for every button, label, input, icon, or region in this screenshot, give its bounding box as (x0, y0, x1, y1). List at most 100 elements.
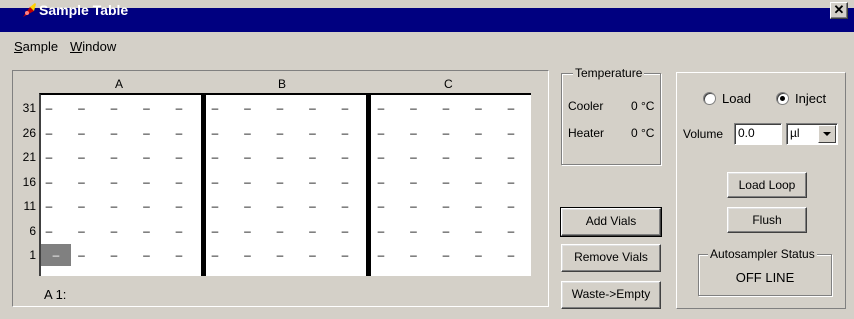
vial-cell[interactable]: – (337, 146, 353, 168)
waste-empty-button[interactable]: Waste->Empty (561, 281, 661, 309)
vial-cell[interactable]: – (74, 122, 90, 144)
vial-cell[interactable]: – (272, 195, 288, 217)
menu-sample[interactable]: Sample (14, 39, 58, 54)
vial-cell[interactable]: – (41, 171, 57, 193)
vial-cell[interactable]: – (74, 244, 90, 266)
vial-cell[interactable]: – (373, 97, 389, 119)
vial-cell[interactable]: – (272, 122, 288, 144)
load-loop-button[interactable]: Load Loop (727, 172, 807, 198)
add-vials-button[interactable]: Add Vials (560, 207, 662, 237)
vial-cell[interactable]: – (406, 97, 422, 119)
vial-cell[interactable]: – (373, 146, 389, 168)
vial-cell[interactable]: – (171, 195, 187, 217)
vial-cell[interactable]: – (240, 122, 256, 144)
vial-cell[interactable]: – (106, 146, 122, 168)
load-radio-label[interactable]: Load (722, 91, 751, 106)
vial-cell[interactable]: – (471, 146, 487, 168)
vial-cell[interactable]: – (272, 97, 288, 119)
vial-cell[interactable]: – (272, 146, 288, 168)
vial-cell[interactable]: – (503, 122, 519, 144)
menu-window[interactable]: Window (70, 39, 116, 54)
vial-cell[interactable]: – (207, 244, 223, 266)
vial-cell[interactable]: – (207, 146, 223, 168)
vial-cell[interactable]: – (171, 122, 187, 144)
vial-cell[interactable]: – (337, 171, 353, 193)
vial-cell[interactable]: – (41, 97, 57, 119)
flush-button[interactable]: Flush (727, 207, 807, 233)
vial-cell[interactable]: – (503, 146, 519, 168)
vial-cell[interactable]: – (406, 122, 422, 144)
vial-cell[interactable]: – (171, 171, 187, 193)
vial-cell[interactable]: – (139, 171, 155, 193)
vial-cell[interactable]: – (438, 146, 454, 168)
vial-cell[interactable]: – (503, 171, 519, 193)
vial-cell[interactable]: – (74, 97, 90, 119)
vial-cell[interactable]: – (106, 244, 122, 266)
vial-cell[interactable]: – (41, 146, 57, 168)
vial-cell[interactable]: – (337, 122, 353, 144)
vial-cell[interactable]: – (106, 122, 122, 144)
vial-cell[interactable]: – (337, 244, 353, 266)
vial-cell[interactable]: – (438, 220, 454, 242)
vial-cell[interactable]: – (139, 146, 155, 168)
chevron-down-icon[interactable] (818, 125, 836, 143)
vial-cell[interactable]: – (207, 171, 223, 193)
selected-vial-cell[interactable]: – (41, 244, 71, 266)
vial-cell[interactable]: – (406, 146, 422, 168)
vial-cell[interactable]: – (74, 195, 90, 217)
vial-cell[interactable]: – (41, 220, 57, 242)
vial-cell[interactable]: – (41, 195, 57, 217)
vial-cell[interactable]: – (305, 146, 321, 168)
vial-cell[interactable]: – (139, 97, 155, 119)
vial-cell[interactable]: – (337, 97, 353, 119)
volume-input[interactable]: 0.0 (734, 123, 782, 145)
vial-cell[interactable]: – (503, 220, 519, 242)
vial-cell[interactable]: – (41, 122, 57, 144)
vial-cell[interactable]: – (207, 195, 223, 217)
vial-cell[interactable]: – (139, 195, 155, 217)
vial-cell[interactable]: – (503, 97, 519, 119)
vial-cell[interactable]: – (74, 220, 90, 242)
vial-cell[interactable]: – (272, 244, 288, 266)
vial-cell[interactable]: – (171, 244, 187, 266)
vial-cell[interactable]: – (471, 244, 487, 266)
vial-cell[interactable]: – (406, 244, 422, 266)
vial-cell[interactable]: – (240, 195, 256, 217)
vial-cell[interactable]: – (74, 146, 90, 168)
vial-cell[interactable]: – (305, 171, 321, 193)
vial-cell[interactable]: – (106, 195, 122, 217)
vial-cell[interactable]: – (337, 195, 353, 217)
vial-cell[interactable]: – (406, 220, 422, 242)
vial-cell[interactable]: – (373, 195, 389, 217)
vial-cell[interactable]: – (305, 195, 321, 217)
vial-cell[interactable]: – (471, 171, 487, 193)
vial-cell[interactable]: – (438, 244, 454, 266)
vial-cell[interactable]: – (438, 97, 454, 119)
vial-cell[interactable]: – (207, 97, 223, 119)
vial-cell[interactable]: – (438, 171, 454, 193)
vial-cell[interactable]: – (406, 171, 422, 193)
vial-cell[interactable]: – (471, 195, 487, 217)
vial-cell[interactable]: – (438, 122, 454, 144)
vial-cell[interactable]: – (471, 220, 487, 242)
vial-cell[interactable]: – (272, 171, 288, 193)
vial-cell[interactable]: – (406, 195, 422, 217)
vial-cell[interactable]: – (106, 220, 122, 242)
vial-cell[interactable]: – (240, 244, 256, 266)
vial-cell[interactable]: – (106, 171, 122, 193)
inject-radio[interactable] (776, 92, 789, 105)
vial-cell[interactable]: – (438, 195, 454, 217)
vial-cell[interactable]: – (207, 122, 223, 144)
vial-cell[interactable]: – (503, 244, 519, 266)
close-icon[interactable]: ✕ (830, 2, 848, 19)
vial-cell[interactable]: – (305, 244, 321, 266)
vial-cell[interactable]: – (139, 244, 155, 266)
vial-cell[interactable]: – (337, 220, 353, 242)
vial-cell[interactable]: – (240, 171, 256, 193)
vial-cell[interactable]: – (471, 122, 487, 144)
vial-cell[interactable]: – (305, 122, 321, 144)
vial-cell[interactable]: – (471, 97, 487, 119)
inject-radio-label[interactable]: Inject (795, 91, 826, 106)
vial-cell[interactable]: – (272, 220, 288, 242)
vial-cell[interactable]: – (207, 220, 223, 242)
